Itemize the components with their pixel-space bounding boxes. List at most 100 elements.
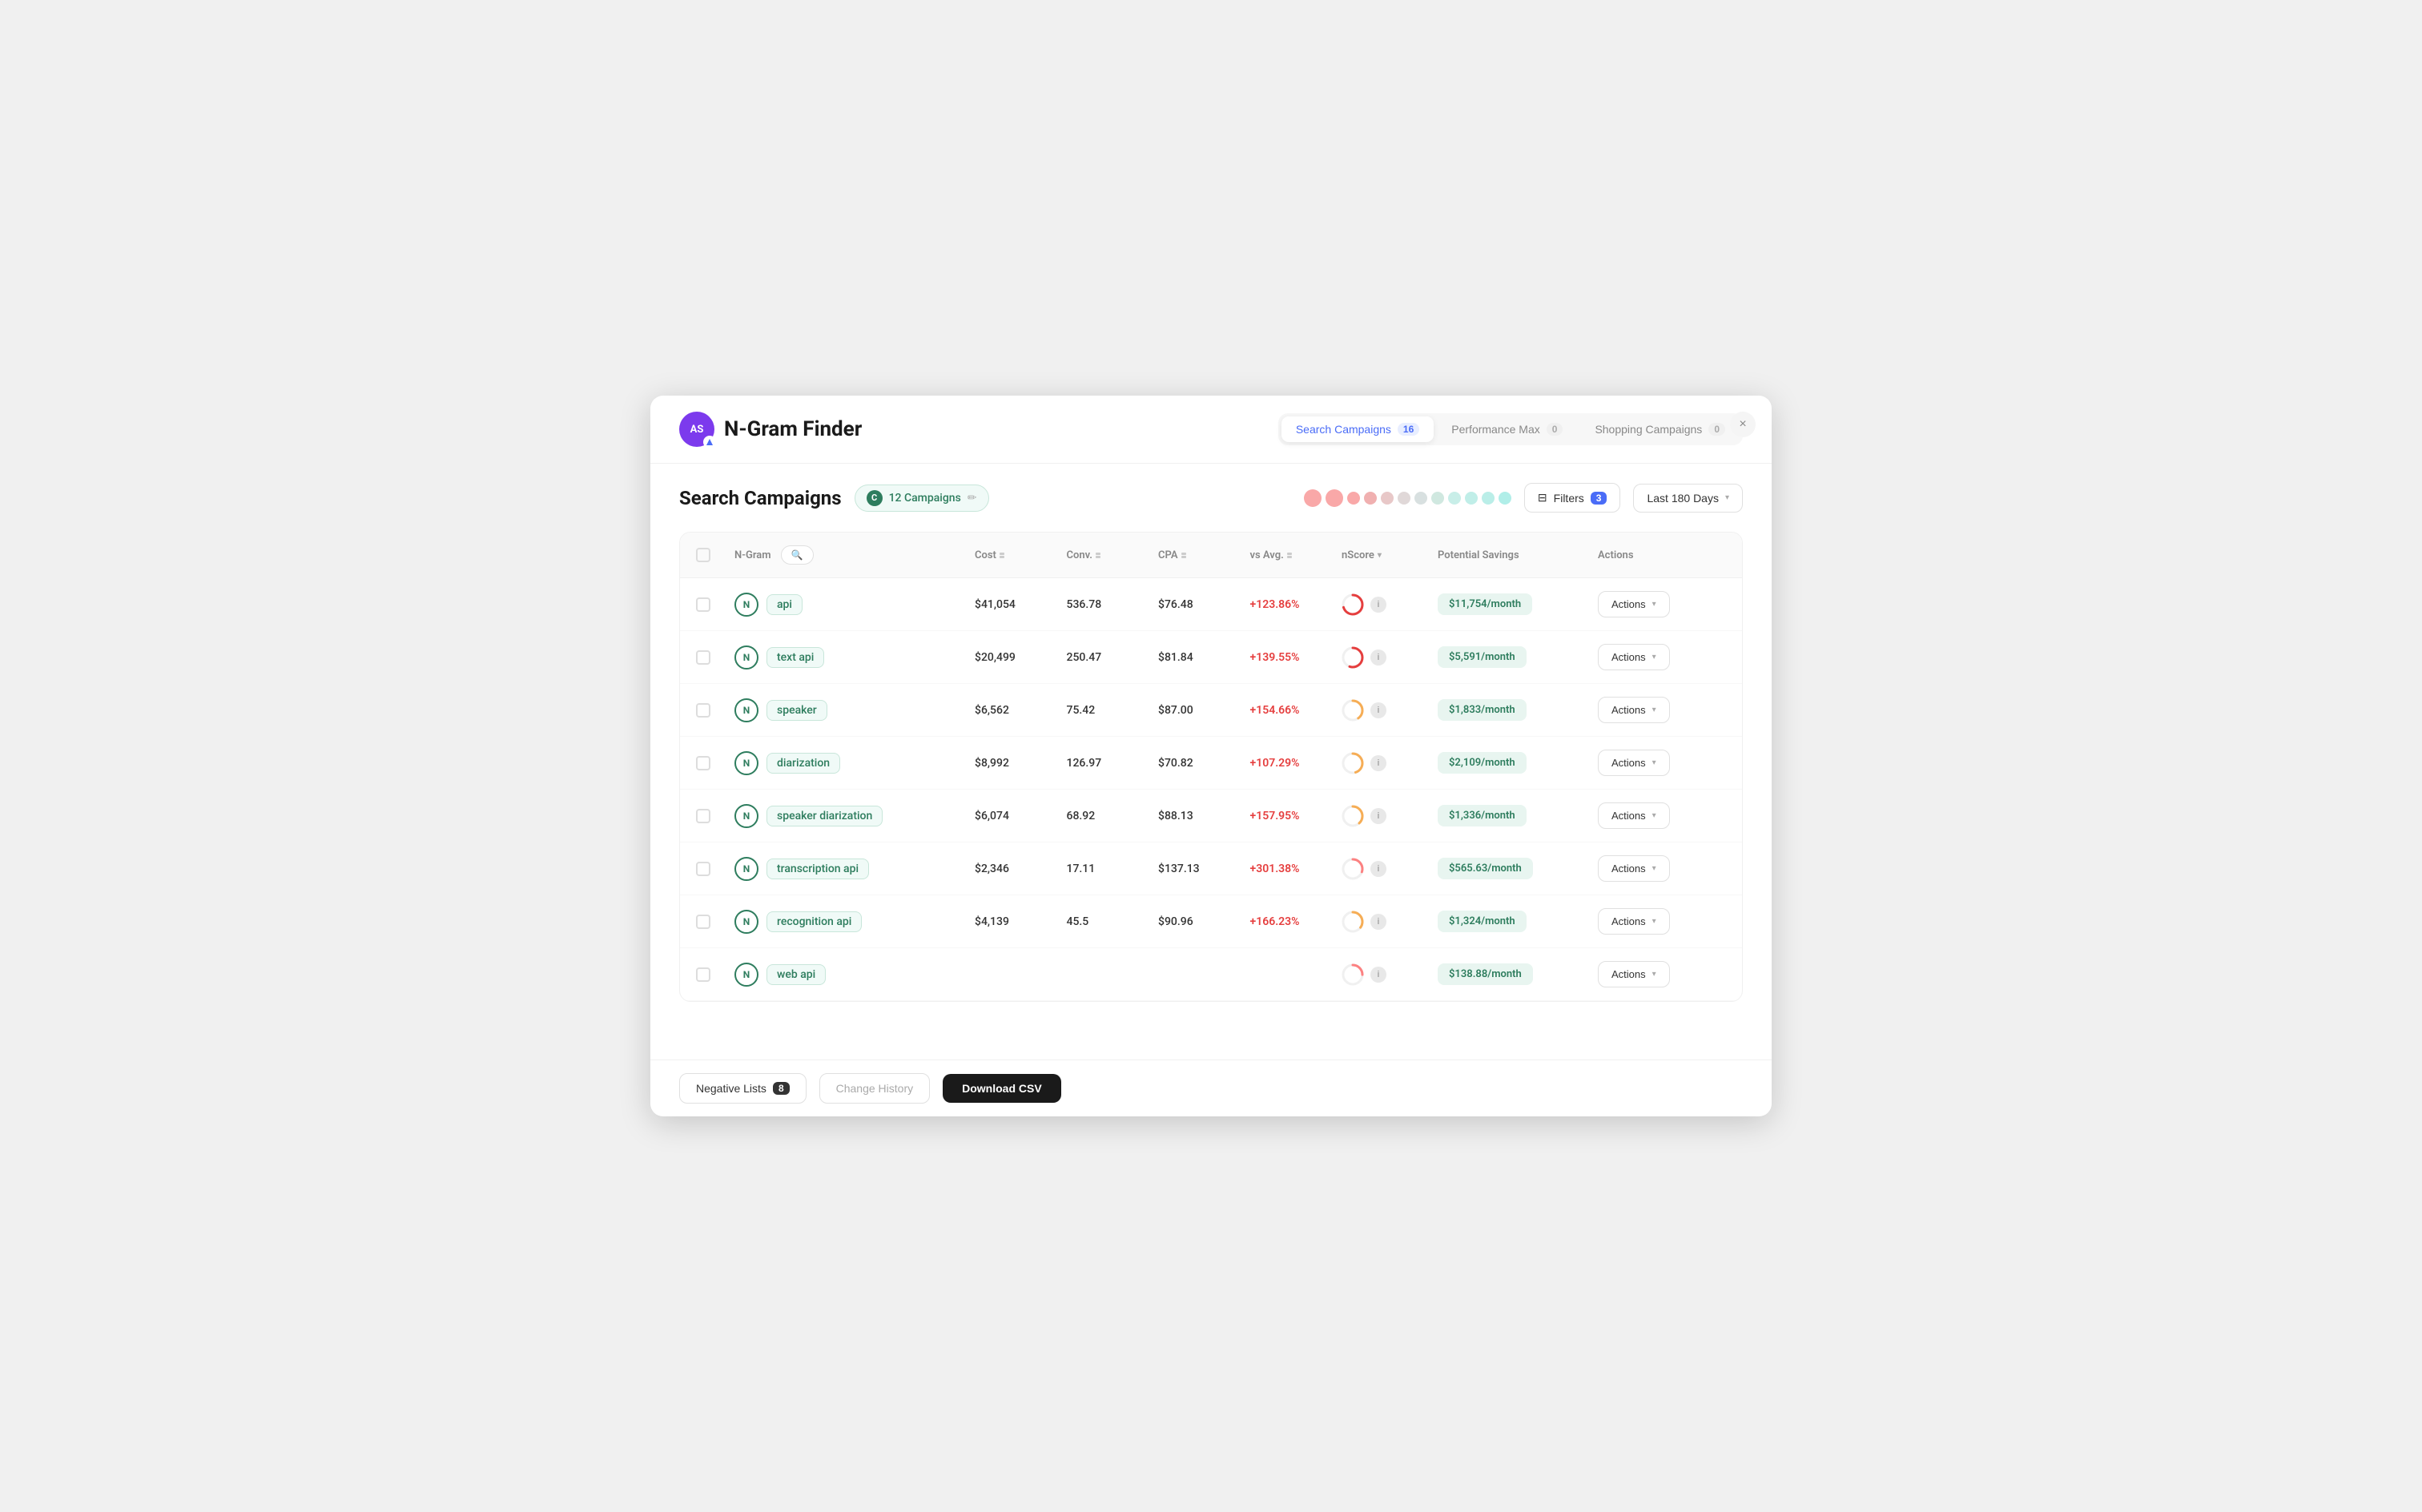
sort-cost-icon bbox=[1000, 553, 1004, 558]
ngram-chip-2: N text api bbox=[734, 645, 975, 670]
row-checkbox-6[interactable] bbox=[696, 862, 734, 876]
cost-cell-1: $41,054 bbox=[975, 598, 1067, 611]
sort-conv-icon bbox=[1096, 553, 1100, 558]
ngram-chip-7: N recognition api bbox=[734, 910, 975, 934]
table-body: N api $41,054 536.78 $76.48 +123.86% i $… bbox=[680, 578, 1742, 1001]
ngram-chip-5: N speaker diarization bbox=[734, 804, 975, 828]
col-potential-savings: Potential Savings bbox=[1438, 549, 1598, 561]
close-icon: × bbox=[1739, 417, 1746, 432]
avatar-badge bbox=[703, 436, 716, 448]
cost-cell-6: $2,346 bbox=[975, 863, 1067, 875]
ngram-icon-7: N bbox=[734, 910, 758, 934]
cost-cell-2: $20,499 bbox=[975, 651, 1067, 664]
conv-cell-1: 536.78 bbox=[1067, 598, 1159, 611]
select-all-checkbox[interactable] bbox=[696, 548, 734, 562]
ngram-label-8: web api bbox=[766, 964, 826, 985]
col-cost[interactable]: Cost bbox=[975, 549, 1067, 561]
filters-button[interactable]: ⊟ Filters 3 bbox=[1524, 483, 1621, 513]
ngram-label-2: text api bbox=[766, 647, 824, 668]
download-csv-button[interactable]: Download CSV bbox=[943, 1074, 1061, 1103]
vsavg-cell-6: +301.38% bbox=[1250, 863, 1342, 875]
dots-visualization bbox=[1304, 489, 1511, 507]
negative-lists-button[interactable]: Negative Lists 8 bbox=[679, 1073, 807, 1104]
edit-icon[interactable]: ✏ bbox=[968, 492, 977, 505]
cpa-cell-7: $90.96 bbox=[1158, 915, 1250, 928]
actions-cell-8: Actions ▾ bbox=[1598, 961, 1726, 987]
filter-icon: ⊟ bbox=[1538, 491, 1547, 505]
dot-4 bbox=[1364, 492, 1377, 505]
row-checkbox-1[interactable] bbox=[696, 597, 734, 612]
info-icon-5[interactable]: i bbox=[1370, 808, 1386, 824]
row-checkbox-2[interactable] bbox=[696, 650, 734, 665]
actions-cell-4: Actions ▾ bbox=[1598, 750, 1726, 776]
ngram-search[interactable]: 🔍 bbox=[781, 545, 814, 565]
header: AS N-Gram Finder Search Campaigns 16 Per… bbox=[650, 396, 1772, 464]
table-row: N diarization $8,992 126.97 $70.82 +107.… bbox=[680, 737, 1742, 790]
actions-button-8[interactable]: Actions ▾ bbox=[1598, 961, 1670, 987]
actions-chevron-icon-5: ▾ bbox=[1652, 811, 1656, 820]
section-title: Search Campaigns bbox=[679, 487, 842, 509]
info-icon-2[interactable]: i bbox=[1370, 649, 1386, 666]
ngram-icon-6: N bbox=[734, 857, 758, 881]
cpa-cell-5: $88.13 bbox=[1158, 810, 1250, 822]
actions-cell-1: Actions ▾ bbox=[1598, 591, 1726, 617]
vsavg-cell-1: +123.86% bbox=[1250, 598, 1342, 611]
actions-button-7[interactable]: Actions ▾ bbox=[1598, 908, 1670, 935]
info-icon-1[interactable]: i bbox=[1370, 597, 1386, 613]
col-cpa[interactable]: CPA bbox=[1158, 549, 1250, 561]
conv-cell-7: 45.5 bbox=[1067, 915, 1159, 928]
info-icon-3[interactable]: i bbox=[1370, 702, 1386, 718]
savings-cell-6: $565.63/month bbox=[1438, 858, 1598, 879]
nscore-cell-7: i bbox=[1342, 911, 1438, 933]
actions-cell-5: Actions ▾ bbox=[1598, 802, 1726, 829]
row-checkbox-4[interactable] bbox=[696, 756, 734, 770]
nscore-cell-4: i bbox=[1342, 752, 1438, 774]
actions-cell-2: Actions ▾ bbox=[1598, 644, 1726, 670]
actions-button-3[interactable]: Actions ▾ bbox=[1598, 697, 1670, 723]
actions-button-2[interactable]: Actions ▾ bbox=[1598, 644, 1670, 670]
ngram-chip-8: N web api bbox=[734, 963, 975, 987]
dot-8 bbox=[1431, 492, 1444, 505]
actions-button-4[interactable]: Actions ▾ bbox=[1598, 750, 1670, 776]
nscore-ring-3 bbox=[1342, 699, 1364, 722]
close-button[interactable]: × bbox=[1730, 412, 1756, 437]
ngram-chip-4: N diarization bbox=[734, 751, 975, 775]
date-range-button[interactable]: Last 180 Days ▾ bbox=[1633, 484, 1743, 513]
info-icon-8[interactable]: i bbox=[1370, 967, 1386, 983]
row-checkbox-5[interactable] bbox=[696, 809, 734, 823]
col-conv[interactable]: Conv. bbox=[1067, 549, 1159, 561]
col-vs-avg[interactable]: vs Avg. bbox=[1250, 549, 1342, 561]
actions-cell-6: Actions ▾ bbox=[1598, 855, 1726, 882]
nscore-cell-2: i bbox=[1342, 646, 1438, 669]
change-history-button[interactable]: Change History bbox=[819, 1073, 931, 1104]
actions-button-5[interactable]: Actions ▾ bbox=[1598, 802, 1670, 829]
ngram-icon-5: N bbox=[734, 804, 758, 828]
nscore-cell-1: i bbox=[1342, 593, 1438, 616]
conv-cell-4: 126.97 bbox=[1067, 757, 1159, 770]
row-checkbox-3[interactable] bbox=[696, 703, 734, 718]
ngram-icon-4: N bbox=[734, 751, 758, 775]
info-icon-7[interactable]: i bbox=[1370, 914, 1386, 930]
tab-performance-max[interactable]: Performance Max 0 bbox=[1437, 416, 1577, 442]
campaigns-badge[interactable]: C 12 Campaigns ✏ bbox=[855, 485, 989, 512]
cpa-cell-4: $70.82 bbox=[1158, 757, 1250, 770]
sort-vsavg-icon bbox=[1287, 553, 1292, 558]
row-checkbox-8[interactable] bbox=[696, 967, 734, 982]
row-checkbox-7[interactable] bbox=[696, 915, 734, 929]
conv-cell-2: 250.47 bbox=[1067, 651, 1159, 664]
table-row: N speaker diarization $6,074 68.92 $88.1… bbox=[680, 790, 1742, 842]
nscore-ring-2 bbox=[1342, 646, 1364, 669]
vsavg-cell-4: +107.29% bbox=[1250, 757, 1342, 770]
dot-3 bbox=[1347, 492, 1360, 505]
info-icon-4[interactable]: i bbox=[1370, 755, 1386, 771]
nscore-ring-6 bbox=[1342, 858, 1364, 880]
nscore-cell-6: i bbox=[1342, 858, 1438, 880]
tab-search-campaigns[interactable]: Search Campaigns 16 bbox=[1281, 416, 1434, 442]
tab-shopping-campaigns[interactable]: Shopping Campaigns 0 bbox=[1580, 416, 1740, 442]
col-nscore[interactable]: nScore ▾ bbox=[1342, 549, 1438, 561]
actions-button-1[interactable]: Actions ▾ bbox=[1598, 591, 1670, 617]
info-icon-6[interactable]: i bbox=[1370, 861, 1386, 877]
actions-button-6[interactable]: Actions ▾ bbox=[1598, 855, 1670, 882]
actions-chevron-icon-7: ▾ bbox=[1652, 917, 1656, 926]
table-row: N recognition api $4,139 45.5 $90.96 +16… bbox=[680, 895, 1742, 948]
